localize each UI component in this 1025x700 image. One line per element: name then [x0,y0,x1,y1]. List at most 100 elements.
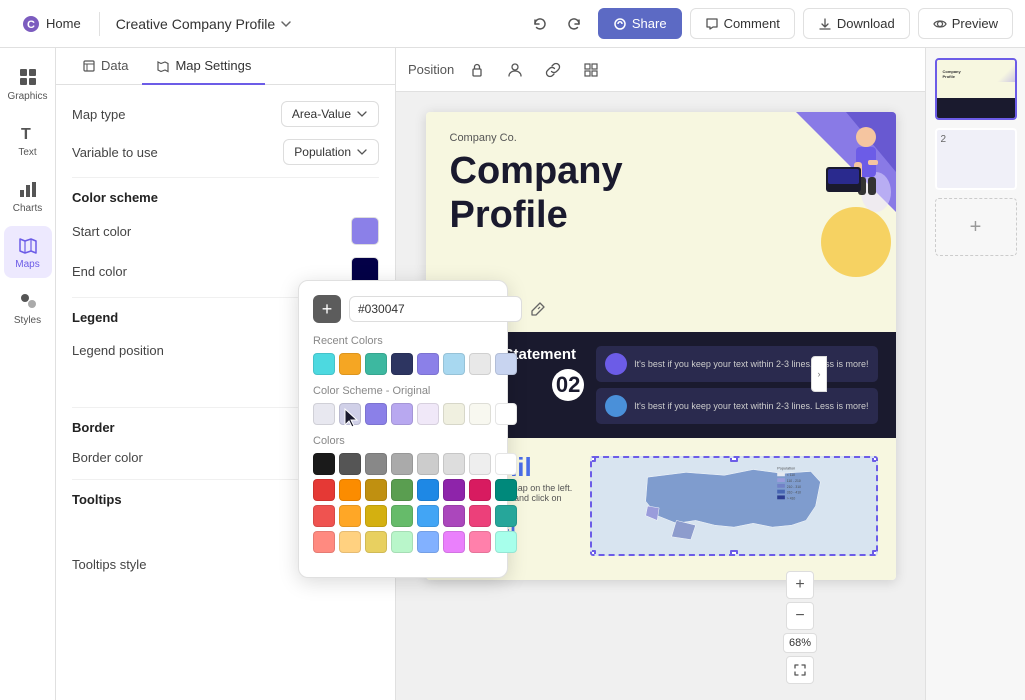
sidebar-item-maps[interactable]: Maps [4,226,52,278]
mission-card-1: It's best if you keep your text within 2… [596,346,877,382]
canva-logo-icon: C [22,15,40,33]
palette-color-swatch[interactable] [417,453,439,475]
variable-select[interactable]: Population [283,139,379,165]
recent-color-swatch[interactable] [313,353,335,375]
recent-color-swatch[interactable] [417,353,439,375]
scheme-color-swatch[interactable] [339,403,361,425]
scheme-color-swatch[interactable] [417,403,439,425]
svg-text:110 - 210: 110 - 210 [786,479,800,483]
data-tab-icon [82,59,96,73]
palette-color-swatch[interactable] [417,479,439,501]
page-thumbnail-2[interactable]: 2 [935,128,1017,190]
palette-color-swatch[interactable] [391,505,413,527]
palette-color-swatch[interactable] [417,531,439,553]
lock-button[interactable] [462,55,492,85]
charts-icon [17,178,39,200]
grid-icon-btn[interactable] [576,55,606,85]
zoom-out-button[interactable]: − [786,602,814,630]
palette-color-swatch[interactable] [313,479,335,501]
palette-color-swatch[interactable] [495,453,517,475]
document-title[interactable]: Creative Company Profile [108,10,302,38]
handle-tr[interactable] [872,456,878,462]
map-type-select[interactable]: Area-Value [281,101,379,127]
palette-color-swatch[interactable] [443,479,465,501]
palette-color-swatch[interactable] [469,531,491,553]
palette-color-swatch[interactable] [391,479,413,501]
recent-color-swatch[interactable] [339,353,361,375]
palette-color-swatch[interactable] [339,531,361,553]
styles-icon [17,290,39,312]
sidebar-item-text[interactable]: T Text [4,114,52,166]
palette-color-swatch[interactable] [339,479,361,501]
recent-color-swatch[interactable] [469,353,491,375]
collapse-panel-button[interactable]: › [811,356,827,392]
page-num-2: 2 [941,134,947,145]
handle-bc[interactable] [730,550,738,556]
handle-tl[interactable] [590,456,596,462]
svg-text:> 410: > 410 [786,496,795,500]
tab-data[interactable]: Data [68,48,142,85]
recent-color-swatch[interactable] [495,353,517,375]
palette-color-swatch[interactable] [495,479,517,501]
undo-button[interactable] [524,8,556,40]
palette-color-swatch[interactable] [365,531,387,553]
hex-color-input[interactable] [349,296,522,322]
sidebar-item-graphics[interactable]: Graphics [4,58,52,110]
recent-color-swatch[interactable] [391,353,413,375]
palette-color-swatch[interactable] [339,453,361,475]
palette-color-swatch[interactable] [495,531,517,553]
palette-color-swatch[interactable] [417,505,439,527]
add-page-button[interactable]: + [935,198,1017,256]
link-icon-btn[interactable] [538,55,568,85]
handle-bl[interactable] [590,550,596,556]
palette-color-swatch[interactable] [365,479,387,501]
palette-color-swatch[interactable] [469,453,491,475]
zoom-label: 68% [783,633,817,653]
palette-color-swatch[interactable] [365,453,387,475]
palette-color-swatch[interactable] [313,453,335,475]
home-button[interactable]: C Home [12,9,91,39]
palette-color-swatch[interactable] [313,505,335,527]
sidebar-item-styles[interactable]: Styles [4,282,52,334]
scheme-color-swatch[interactable] [313,403,335,425]
link-icon [545,62,561,78]
color-picker-add-button[interactable]: + [313,295,341,323]
tab-map-settings[interactable]: Map Settings [142,48,265,85]
comment-button[interactable]: Comment [690,8,795,39]
palette-color-swatch[interactable] [339,505,361,527]
scheme-color-swatch[interactable] [469,403,491,425]
handle-tc[interactable] [730,456,738,462]
page-thumbnail-1[interactable]: 1 CompanyProfile [935,58,1017,120]
share-button[interactable]: Share [598,8,682,39]
eyedropper-button[interactable] [530,295,546,323]
scheme-color-swatch[interactable] [391,403,413,425]
palette-color-swatch[interactable] [443,505,465,527]
recent-color-swatch[interactable] [443,353,465,375]
palette-color-swatch[interactable] [443,531,465,553]
sidebar-item-charts[interactable]: Charts [4,170,52,222]
zoom-expand-button[interactable] [786,656,814,684]
palette-color-swatch[interactable] [443,453,465,475]
person-icon-btn[interactable] [500,55,530,85]
download-button[interactable]: Download [803,8,910,39]
map-element[interactable]: Population < 110 110 - 210 210 - 310 310… [590,456,878,556]
palette-color-swatch[interactable] [391,531,413,553]
palette-color-swatch[interactable] [495,505,517,527]
map-container[interactable]: Population < 110 110 - 210 210 - 310 310… [590,456,878,556]
map-type-label: Map type [72,107,125,122]
zoom-in-button[interactable]: + [786,571,814,599]
scheme-color-swatch[interactable] [495,403,517,425]
scheme-color-swatch[interactable] [365,403,387,425]
start-color-picker[interactable] [351,217,379,245]
colors-label: Colors [313,435,493,447]
handle-br[interactable] [872,550,878,556]
palette-color-swatch[interactable] [365,505,387,527]
palette-color-swatch[interactable] [469,479,491,501]
palette-color-swatch[interactable] [469,505,491,527]
preview-button[interactable]: Preview [918,8,1013,39]
redo-button[interactable] [558,8,590,40]
palette-color-swatch[interactable] [313,531,335,553]
palette-color-swatch[interactable] [391,453,413,475]
scheme-color-swatch[interactable] [443,403,465,425]
recent-color-swatch[interactable] [365,353,387,375]
